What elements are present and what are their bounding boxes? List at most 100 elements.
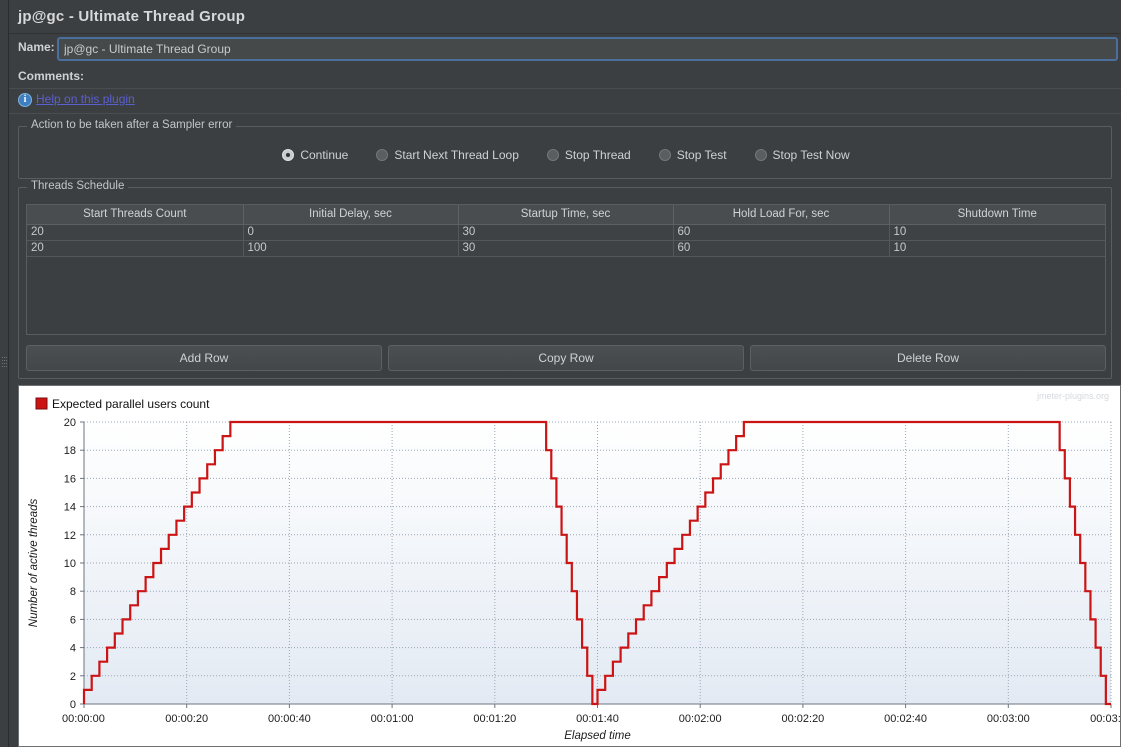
chart-canvas: 0 2 4 6 8 10 12 14 16 18 20 00:00:00 00:00:20 00:00:4… bbox=[19, 386, 1120, 746]
y-tick-label: 10 bbox=[64, 558, 76, 570]
x-tick-label: 00:01:00 bbox=[371, 713, 414, 725]
table-empty-row bbox=[27, 256, 1105, 272]
column-header-3[interactable]: Hold Load For, sec bbox=[673, 205, 890, 225]
radio-option-2[interactable]: Stop Thread bbox=[546, 148, 631, 162]
table-empty-cell bbox=[673, 320, 889, 334]
table-row[interactable]: 20 0 30 60 10 bbox=[27, 224, 1105, 241]
table-cell-r0-c1[interactable]: 0 bbox=[243, 224, 459, 241]
radio-dot-icon[interactable] bbox=[376, 149, 389, 161]
table-empty-cell bbox=[889, 272, 1105, 288]
table-empty-cell bbox=[673, 304, 889, 320]
schedule-grid-body: 20 0 30 60 10 20 100 30 60 10 bbox=[27, 224, 1105, 334]
table-cell-r0-c0[interactable]: 20 bbox=[27, 224, 244, 241]
table-empty-cell bbox=[889, 256, 1105, 272]
title-bar: jp@gc - Ultimate Thread Group bbox=[9, 0, 1121, 34]
table-cell-r1-c3[interactable]: 60 bbox=[673, 240, 890, 257]
table-empty-cell bbox=[458, 320, 673, 334]
table-cell-r1-c4[interactable]: 10 bbox=[889, 240, 1105, 257]
name-row: Name: bbox=[9, 35, 1121, 63]
table-cell-r1-c2[interactable]: 30 bbox=[458, 240, 674, 257]
radio-dot-icon[interactable] bbox=[658, 149, 671, 161]
table-empty-cell bbox=[458, 288, 673, 304]
column-header-4[interactable]: Shutdown Time bbox=[889, 205, 1105, 225]
table-empty-row bbox=[27, 304, 1105, 320]
y-tick-label: 14 bbox=[64, 502, 76, 514]
delete-row-button[interactable]: Delete Row bbox=[750, 345, 1106, 371]
page-title: jp@gc - Ultimate Thread Group bbox=[18, 8, 246, 25]
thread-group-panel: jp@gc - Ultimate Thread Group Name: Comm… bbox=[9, 0, 1121, 747]
help-separator bbox=[9, 113, 1121, 114]
add-row-button[interactable]: Add Row bbox=[26, 345, 382, 371]
split-pane-divider[interactable] bbox=[0, 0, 9, 747]
column-header-0[interactable]: Start Threads Count bbox=[27, 205, 244, 225]
radio-option-0[interactable]: Continue bbox=[282, 148, 348, 162]
watermark: jmeter-plugins.org bbox=[1036, 391, 1109, 401]
legend-label: Expected parallel users count bbox=[52, 397, 210, 411]
x-tick-label: 00:03:20 bbox=[1090, 713, 1120, 725]
table-empty-cell bbox=[243, 256, 458, 272]
schedule-grid: Start Threads Count Initial Delay, sec Sta… bbox=[27, 205, 1105, 334]
radio-option-label: Stop Test bbox=[676, 148, 727, 162]
radio-option-label: Stop Test Now bbox=[772, 148, 850, 162]
table-empty-cell bbox=[27, 304, 243, 320]
table-empty-row bbox=[27, 320, 1105, 334]
error-action-group: Action to be taken after a Sampler error… bbox=[18, 119, 1112, 179]
table-cell-r1-c1[interactable]: 100 bbox=[243, 240, 459, 257]
radio-option-label: Continue bbox=[300, 148, 349, 162]
threads-schedule-table[interactable]: Start Threads Count Initial Delay, sec Sta… bbox=[26, 204, 1106, 335]
table-empty-cell bbox=[889, 288, 1105, 304]
schedule-header-row: Start Threads Count Initial Delay, sec Sta… bbox=[27, 205, 1105, 225]
x-tick-label: 00:00:00 bbox=[62, 713, 105, 725]
table-cell-r0-c3[interactable]: 60 bbox=[673, 224, 890, 241]
help-row: i Help on this plugin bbox=[9, 89, 1121, 113]
radio-option-label: Stop Thread bbox=[564, 148, 631, 162]
y-tick-label: 20 bbox=[64, 417, 76, 429]
table-empty-cell bbox=[243, 272, 458, 288]
table-empty-cell bbox=[27, 288, 243, 304]
name-input[interactable] bbox=[57, 37, 1118, 61]
table-cell-r0-c2[interactable]: 30 bbox=[458, 224, 674, 241]
column-header-2[interactable]: Startup Time, sec bbox=[458, 205, 674, 225]
column-header-1[interactable]: Initial Delay, sec bbox=[243, 205, 459, 225]
table-empty-cell bbox=[243, 288, 458, 304]
help-on-this-plugin-link[interactable]: Help on this plugin bbox=[36, 92, 135, 106]
table-row[interactable]: 20 100 30 60 10 bbox=[27, 240, 1105, 257]
threads-schedule-group-title: Threads Schedule bbox=[27, 180, 129, 192]
table-empty-cell bbox=[243, 320, 458, 334]
table-empty-row bbox=[27, 272, 1105, 288]
x-tick-label: 00:02:00 bbox=[679, 713, 722, 725]
split-pane-grip[interactable] bbox=[2, 355, 7, 377]
x-tick-label: 00:02:40 bbox=[884, 713, 927, 725]
radio-option-4[interactable]: Stop Test Now bbox=[754, 148, 850, 162]
y-axis-title: Number of active threads bbox=[28, 499, 40, 628]
x-tick-label: 00:02:20 bbox=[781, 713, 824, 725]
radio-dot-icon[interactable] bbox=[546, 149, 559, 161]
table-cell-r1-c0[interactable]: 20 bbox=[27, 240, 244, 257]
legend-swatch bbox=[35, 397, 48, 410]
table-empty-cell bbox=[458, 256, 673, 272]
table-empty-cell bbox=[673, 272, 889, 288]
radio-option-3[interactable]: Stop Test bbox=[658, 148, 727, 162]
x-tick-label: 00:03:00 bbox=[987, 713, 1030, 725]
comments-row: Comments: bbox=[9, 64, 1121, 88]
x-tick-label: 00:01:40 bbox=[576, 713, 619, 725]
y-tick-label: 12 bbox=[64, 530, 76, 542]
radio-dot-icon[interactable] bbox=[282, 149, 295, 161]
expected-users-chart: 0 2 4 6 8 10 12 14 16 18 20 00:00:00 00:00:20 00:00:4… bbox=[18, 385, 1121, 747]
y-tick-label: 16 bbox=[64, 473, 76, 485]
row-buttons-bar: Add Row Copy Row Delete Row bbox=[26, 345, 1106, 371]
x-axis-title: Elapsed time bbox=[564, 730, 630, 742]
copy-row-button[interactable]: Copy Row bbox=[388, 345, 744, 371]
table-cell-r0-c4[interactable]: 10 bbox=[889, 224, 1105, 241]
table-empty-cell bbox=[27, 320, 243, 334]
radio-dot-icon[interactable] bbox=[754, 149, 767, 161]
comments-label: Comments: bbox=[18, 69, 85, 83]
y-tick-label: 18 bbox=[64, 445, 76, 457]
error-action-group-title: Action to be taken after a Sampler error bbox=[27, 119, 237, 131]
table-empty-cell bbox=[889, 304, 1105, 320]
table-empty-cell bbox=[458, 272, 673, 288]
table-empty-cell bbox=[243, 304, 458, 320]
table-empty-cell bbox=[889, 320, 1105, 334]
schedule-grid-header: Start Threads Count Initial Delay, sec Sta… bbox=[27, 205, 1105, 225]
radio-option-1[interactable]: Start Next Thread Loop bbox=[376, 148, 519, 162]
